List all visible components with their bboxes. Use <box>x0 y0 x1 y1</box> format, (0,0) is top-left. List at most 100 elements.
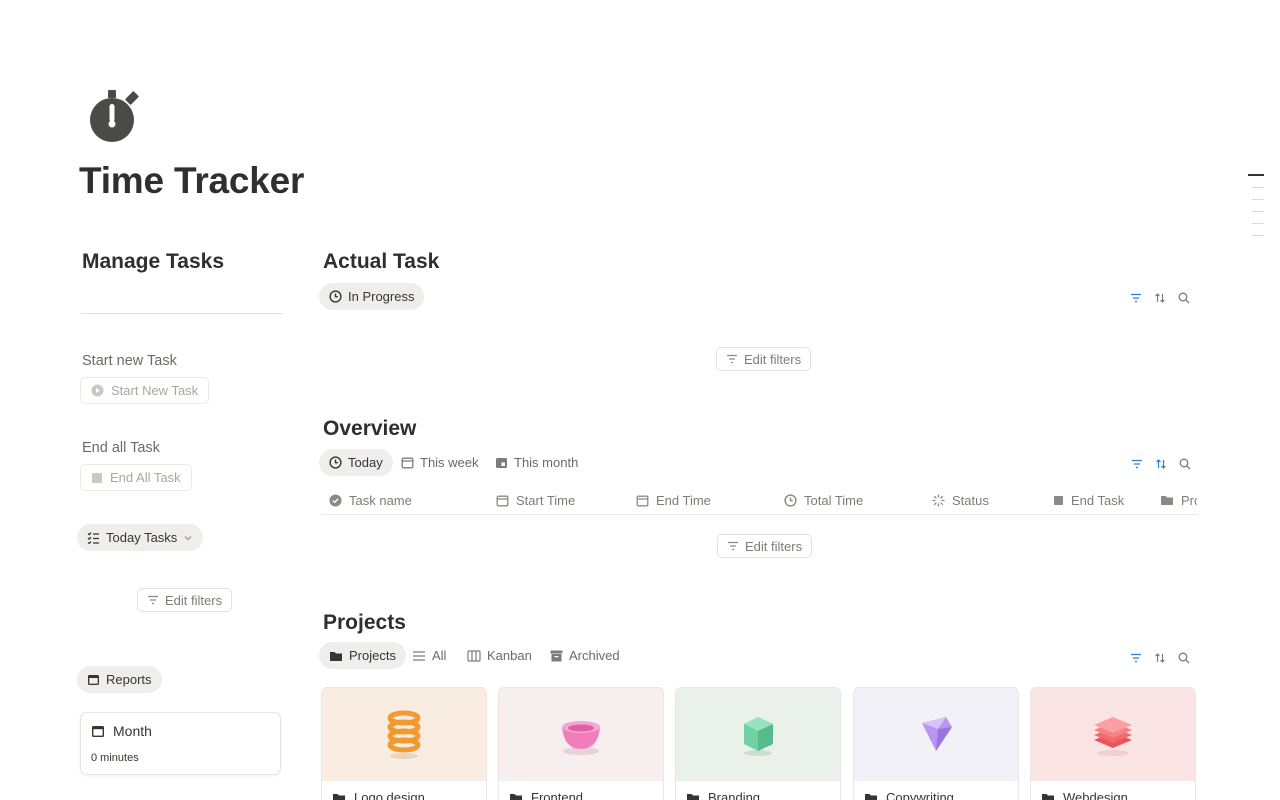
stop-icon <box>1053 495 1064 506</box>
card-title: Copywriting <box>886 790 954 800</box>
column-project[interactable]: Pro <box>1160 486 1197 514</box>
clock-icon <box>329 456 342 469</box>
overview-heading: Overview <box>323 417 417 440</box>
calendar-icon <box>636 494 649 507</box>
column-end-time[interactable]: End Time <box>636 486 711 514</box>
column-start-time[interactable]: Start Time <box>496 486 575 514</box>
tab-archived[interactable]: Archived <box>540 642 630 669</box>
checklist-icon <box>87 531 100 544</box>
overview-toolbar <box>1131 458 1191 470</box>
filter-icon[interactable] <box>1130 652 1142 664</box>
projects-toolbar <box>1130 652 1190 664</box>
project-card-webdesign[interactable]: Webdesign <box>1030 687 1196 800</box>
today-tasks-label: Today Tasks <box>106 530 178 545</box>
actual-task-heading: Actual Task <box>323 250 440 273</box>
column-label: End Time <box>656 492 711 508</box>
card-title: Frontend <box>531 790 584 800</box>
column-total-time[interactable]: Total Time <box>784 486 863 514</box>
search-icon[interactable] <box>1178 652 1190 664</box>
card-title: Logo design <box>354 790 425 800</box>
project-card-branding[interactable]: Branding <box>675 687 841 800</box>
today-tasks-view-tab[interactable]: Today Tasks <box>77 524 204 551</box>
folder-icon <box>332 792 346 800</box>
cube-shape-icon <box>736 712 780 758</box>
tab-all-label: All <box>432 648 447 663</box>
edit-filters-label: Edit filters <box>745 538 803 554</box>
edit-filters-label: Edit filters <box>744 351 802 367</box>
tab-archived-label: Archived <box>569 648 620 663</box>
start-task-label: Start new Task <box>82 353 177 369</box>
calendar-icon <box>496 494 509 507</box>
page-outline[interactable] <box>1248 174 1264 247</box>
sort-icon[interactable] <box>1155 458 1167 470</box>
filter-icon[interactable] <box>1130 292 1142 304</box>
board-icon <box>467 649 481 662</box>
page-title: Time Tracker <box>79 160 305 201</box>
tab-projects[interactable]: Projects <box>319 642 406 669</box>
bowl-shape-icon <box>556 713 606 757</box>
reports-view-tab[interactable]: Reports <box>77 666 162 693</box>
reports-label: Reports <box>106 672 152 687</box>
clock-icon <box>329 290 342 303</box>
project-card-copywriting[interactable]: Copywriting <box>853 687 1019 800</box>
actual-task-toolbar <box>1130 292 1190 304</box>
column-status[interactable]: Status <box>932 486 989 514</box>
edit-filters-button[interactable]: Edit filters <box>716 347 812 371</box>
column-label: End Task <box>1071 492 1125 508</box>
search-icon[interactable] <box>1179 458 1191 470</box>
tab-kanban-label: Kanban <box>487 648 532 663</box>
card-title: Webdesign <box>1063 790 1128 800</box>
column-label: Status <box>952 492 989 508</box>
tab-this-week[interactable]: This week <box>391 449 489 476</box>
column-task-name[interactable]: Task name <box>329 486 412 514</box>
month-card-title: Month <box>113 723 152 739</box>
sort-icon[interactable] <box>1154 292 1166 304</box>
calendar-icon <box>91 724 105 738</box>
card-cover <box>854 688 1018 781</box>
column-end-task[interactable]: End Task <box>1053 486 1124 514</box>
sort-icon[interactable] <box>1154 652 1166 664</box>
folder-icon <box>1041 792 1055 800</box>
calendar-icon <box>87 673 100 686</box>
column-label: Pro <box>1181 492 1197 508</box>
stopwatch-icon <box>84 86 146 148</box>
month-report-card[interactable]: Month 0 minutes <box>80 712 281 775</box>
filter-icon[interactable] <box>1131 458 1143 470</box>
manage-tasks-heading: Manage Tasks <box>82 250 225 273</box>
edit-filters-button[interactable]: Edit filters <box>137 588 233 612</box>
end-task-label: End all Task <box>82 440 160 456</box>
project-card-logo-design[interactable]: Logo design <box>321 687 487 800</box>
filter-icon <box>727 541 739 551</box>
tab-this-month[interactable]: This month <box>485 449 588 476</box>
tab-in-progress-label: In Progress <box>348 289 415 304</box>
chevron-down-icon <box>183 533 193 543</box>
column-label: Start Time <box>516 492 576 508</box>
coil-shape-icon <box>381 710 427 760</box>
project-card-frontend[interactable]: Frontend <box>498 687 664 800</box>
tab-today[interactable]: Today <box>319 449 393 476</box>
card-title: Branding <box>708 790 761 800</box>
end-all-task-button[interactable]: End All Task <box>80 464 192 491</box>
month-card-value: 0 minutes <box>91 752 139 764</box>
status-spinner-icon <box>932 493 945 507</box>
search-icon[interactable] <box>1178 292 1190 304</box>
edit-filters-button[interactable]: Edit filters <box>717 534 813 558</box>
card-cover <box>676 688 840 781</box>
tab-in-progress[interactable]: In Progress <box>319 283 425 310</box>
column-label: Task name <box>349 492 412 508</box>
card-cover <box>499 688 663 781</box>
play-icon <box>91 384 104 397</box>
stop-icon <box>91 472 103 484</box>
projects-heading: Projects <box>323 611 406 634</box>
divider <box>81 313 283 314</box>
calendar-icon <box>495 456 508 469</box>
check-circle-icon <box>329 494 342 507</box>
filter-icon <box>147 595 159 605</box>
folder-icon <box>686 792 700 800</box>
tab-kanban[interactable]: Kanban <box>457 642 542 669</box>
archive-icon <box>550 650 563 662</box>
tab-this-week-label: This week <box>420 455 479 470</box>
tab-all[interactable]: All <box>402 642 456 669</box>
folder-icon <box>1160 494 1174 506</box>
start-new-task-button[interactable]: Start New Task <box>80 377 210 404</box>
